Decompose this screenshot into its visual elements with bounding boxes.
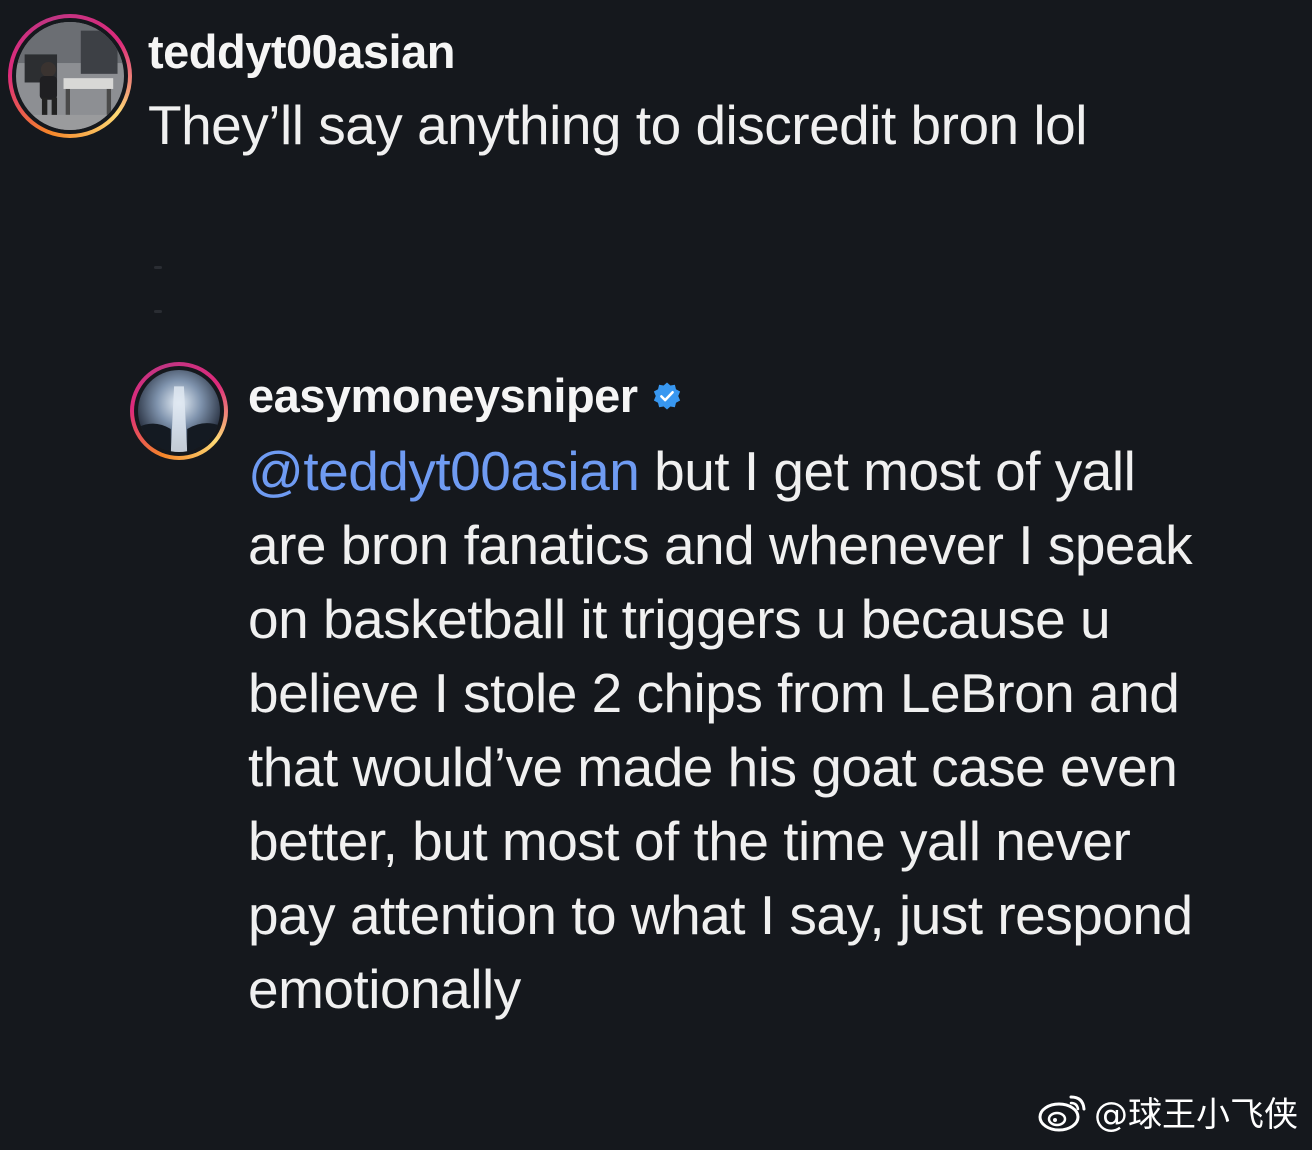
username[interactable]: easymoneysniper bbox=[248, 368, 638, 424]
avatar-teddyt00asian[interactable] bbox=[16, 22, 124, 130]
weibo-logo-icon bbox=[1038, 1095, 1086, 1131]
reply-body: but I get most of yall are bron fanatics… bbox=[248, 440, 1193, 1020]
divider-dot bbox=[154, 266, 162, 269]
story-ring[interactable] bbox=[130, 362, 228, 460]
username-row: easymoneysniper bbox=[248, 368, 1260, 424]
comment-easymoneysniper: easymoneysniper @teddyt00asian but I get… bbox=[130, 362, 1260, 1026]
verified-badge-icon bbox=[653, 382, 680, 410]
divider-dot bbox=[154, 310, 162, 313]
comment-teddyt00asian: teddyt00asian They’ll say anything to di… bbox=[8, 14, 1258, 162]
watermark: @球王小飞侠 bbox=[1038, 1087, 1298, 1136]
watermark-handle: @球王小飞侠 bbox=[1094, 1095, 1298, 1135]
mention-link[interactable]: @teddyt00asian bbox=[248, 440, 640, 502]
story-ring[interactable] bbox=[8, 14, 132, 138]
comment-text: @teddyt00asian but I get most of yall ar… bbox=[248, 434, 1208, 1026]
avatar-easymoneysniper[interactable] bbox=[138, 370, 220, 452]
username[interactable]: teddyt00asian bbox=[148, 24, 1258, 80]
comment-text: They’ll say anything to discredit bron l… bbox=[148, 94, 1087, 156]
